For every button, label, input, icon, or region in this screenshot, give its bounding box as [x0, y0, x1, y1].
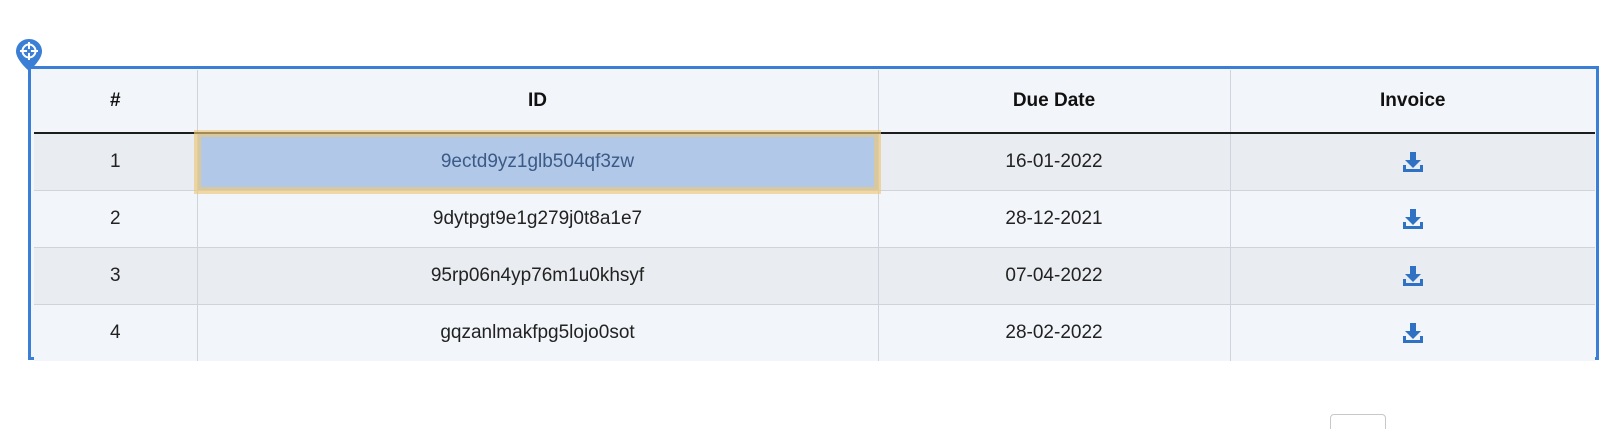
row-number: 3 — [34, 247, 197, 305]
table-row: 2 9dytpgt9e1g279j0t8a1e7 28-12-2021 — [34, 190, 1595, 248]
table-row: 3 95rp06n4yp76m1u0khsyf 07-04-2022 — [34, 247, 1595, 305]
due-date-cell: 28-02-2022 — [877, 304, 1230, 361]
column-header-number[interactable]: # — [34, 70, 197, 134]
due-date-cell: 07-04-2022 — [877, 247, 1230, 305]
download-icon[interactable] — [1402, 322, 1424, 344]
column-header-invoice[interactable]: Invoice — [1229, 70, 1595, 134]
crosshair-pin-icon[interactable] — [15, 38, 43, 72]
due-date-cell: 28-12-2021 — [877, 190, 1230, 248]
row-number: 2 — [34, 190, 197, 248]
invoice-cell — [1229, 304, 1595, 361]
table-row: 1 9ectd9yz1glb504qf3zw 16-01-2022 — [34, 130, 1595, 194]
invoice-id-cell[interactable]: 95rp06n4yp76m1u0khsyf — [196, 247, 878, 305]
download-icon[interactable] — [1402, 151, 1424, 173]
row-number: 4 — [34, 304, 197, 361]
invoice-cell — [1229, 190, 1595, 248]
invoice-id-cell[interactable]: 9dytpgt9e1g279j0t8a1e7 — [196, 190, 878, 248]
column-header-id[interactable]: ID — [196, 70, 878, 134]
due-date-cell: 16-01-2022 — [877, 132, 1230, 191]
column-header-due-date[interactable]: Due Date — [877, 70, 1230, 134]
table-row: 4 gqzanlmakfpg5lojo0sot 28-02-2022 — [34, 304, 1595, 361]
invoice-cell — [1229, 132, 1595, 191]
row-number: 1 — [34, 132, 197, 191]
invoice-cell — [1229, 247, 1595, 305]
pagination-button[interactable] — [1330, 414, 1386, 429]
table-header-row: # ID Due Date Invoice — [34, 70, 1595, 134]
page: # ID Due Date Invoice 1 9ectd9yz1glb504q… — [0, 0, 1623, 429]
invoice-id-cell[interactable]: 9ectd9yz1glb504qf3zw — [194, 130, 881, 194]
download-icon[interactable] — [1402, 208, 1424, 230]
invoice-table: # ID Due Date Invoice 1 9ectd9yz1glb504q… — [34, 70, 1595, 361]
invoice-id-cell[interactable]: gqzanlmakfpg5lojo0sot — [196, 304, 878, 361]
download-icon[interactable] — [1402, 265, 1424, 287]
